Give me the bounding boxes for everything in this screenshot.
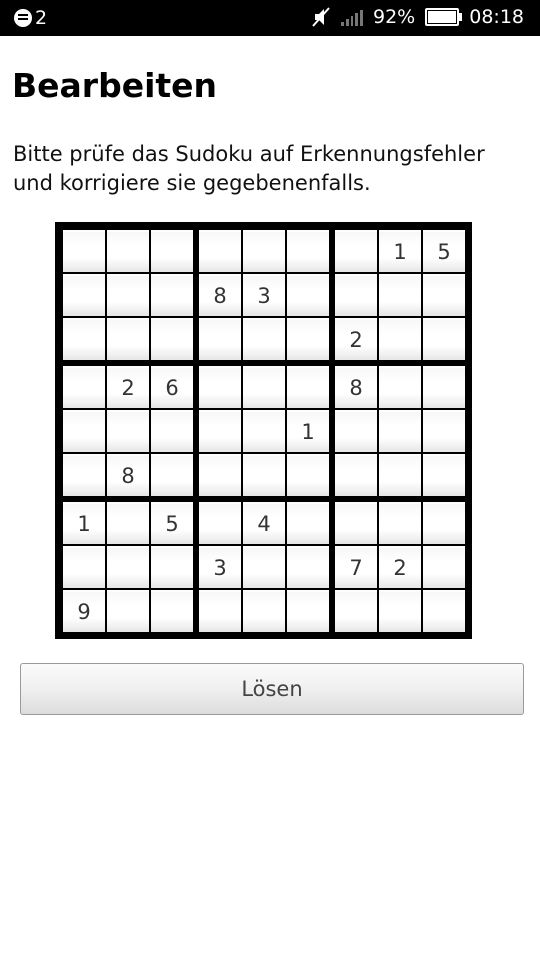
sudoku-cell-r2-c2[interactable] bbox=[107, 274, 149, 316]
sudoku-cell-r2-c6[interactable] bbox=[287, 274, 329, 316]
sudoku-cell-r1-c7[interactable] bbox=[335, 230, 377, 272]
sudoku-cell-r9-c3[interactable] bbox=[151, 590, 193, 632]
sudoku-cell-r5-c1[interactable] bbox=[63, 410, 105, 452]
sudoku-cell-r7-c9[interactable] bbox=[423, 502, 465, 544]
sudoku-cell-r3-c7[interactable]: 2 bbox=[335, 318, 377, 360]
notification-count: 2 bbox=[35, 7, 48, 29]
sudoku-cell-r7-c3[interactable]: 5 bbox=[151, 502, 193, 544]
sudoku-cell-r8-c7[interactable]: 7 bbox=[335, 546, 377, 588]
sudoku-cell-r5-c5[interactable] bbox=[243, 410, 285, 452]
battery-tip bbox=[459, 13, 463, 21]
sudoku-cell-r9-c6[interactable] bbox=[287, 590, 329, 632]
sudoku-cell-r2-c3[interactable] bbox=[151, 274, 193, 316]
sudoku-cell-r6-c8[interactable] bbox=[379, 454, 421, 496]
sudoku-cell-r7-c7[interactable] bbox=[335, 502, 377, 544]
sudoku-cell-r4-c2[interactable]: 2 bbox=[107, 366, 149, 408]
status-indicators: 92% 08:18 bbox=[311, 6, 524, 28]
sudoku-cell-r3-c5[interactable] bbox=[243, 318, 285, 360]
sudoku-cell-r2-c9[interactable] bbox=[423, 274, 465, 316]
sudoku-cell-r4-c1[interactable] bbox=[63, 366, 105, 408]
sudoku-cell-r5-c9[interactable] bbox=[423, 410, 465, 452]
sudoku-cell-r4-c9[interactable] bbox=[423, 366, 465, 408]
sudoku-cell-r3-c6[interactable] bbox=[287, 318, 329, 360]
sudoku-cell-r3-c4[interactable] bbox=[199, 318, 241, 360]
sudoku-cell-r7-c8[interactable] bbox=[379, 502, 421, 544]
sudoku-cell-r8-c3[interactable] bbox=[151, 546, 193, 588]
sudoku-cell-r8-c8[interactable]: 2 bbox=[379, 546, 421, 588]
sudoku-cell-r3-c2[interactable] bbox=[107, 318, 149, 360]
battery-percentage: 92% bbox=[373, 6, 416, 28]
sudoku-cell-r4-c8[interactable] bbox=[379, 366, 421, 408]
sudoku-cell-r7-c2[interactable] bbox=[107, 502, 149, 544]
mute-icon bbox=[311, 6, 331, 28]
sudoku-cell-r4-c6[interactable] bbox=[287, 366, 329, 408]
sudoku-cell-r7-c5[interactable]: 4 bbox=[243, 502, 285, 544]
page-title: Bearbeiten bbox=[12, 66, 218, 105]
sudoku-cell-r1-c2[interactable] bbox=[107, 230, 149, 272]
sudoku-cell-r9-c9[interactable] bbox=[423, 590, 465, 632]
sudoku-cell-r3-c9[interactable] bbox=[423, 318, 465, 360]
sudoku-cell-r8-c4[interactable]: 3 bbox=[199, 546, 241, 588]
sudoku-cell-r5-c4[interactable] bbox=[199, 410, 241, 452]
sudoku-cell-r5-c8[interactable] bbox=[379, 410, 421, 452]
sudoku-board: 15832268181543729 bbox=[55, 222, 472, 639]
sudoku-cell-r9-c2[interactable] bbox=[107, 590, 149, 632]
sudoku-cell-r9-c7[interactable] bbox=[335, 590, 377, 632]
sudoku-cell-r4-c3[interactable]: 6 bbox=[151, 366, 193, 408]
sudoku-cell-r8-c2[interactable] bbox=[107, 546, 149, 588]
sudoku-cell-r1-c4[interactable] bbox=[199, 230, 241, 272]
sudoku-cell-r3-c8[interactable] bbox=[379, 318, 421, 360]
instructions-text: Bitte prüfe das Sudoku auf Erkennungsfeh… bbox=[13, 142, 485, 195]
sudoku-cell-r6-c7[interactable] bbox=[335, 454, 377, 496]
sudoku-cell-r5-c6[interactable]: 1 bbox=[287, 410, 329, 452]
sudoku-cell-r9-c1[interactable]: 9 bbox=[63, 590, 105, 632]
clock: 08:18 bbox=[469, 6, 524, 28]
sudoku-cell-r4-c4[interactable] bbox=[199, 366, 241, 408]
sudoku-cell-r6-c9[interactable] bbox=[423, 454, 465, 496]
sudoku-cell-r1-c5[interactable] bbox=[243, 230, 285, 272]
sudoku-cell-r7-c6[interactable] bbox=[287, 502, 329, 544]
sudoku-cell-r8-c1[interactable] bbox=[63, 546, 105, 588]
sudoku-cell-r2-c8[interactable] bbox=[379, 274, 421, 316]
sudoku-cell-r6-c2[interactable]: 8 bbox=[107, 454, 149, 496]
sudoku-cell-r7-c4[interactable] bbox=[199, 502, 241, 544]
sudoku-cell-r6-c6[interactable] bbox=[287, 454, 329, 496]
battery-fill bbox=[428, 11, 456, 23]
sudoku-cell-r8-c9[interactable] bbox=[423, 546, 465, 588]
notification-icon bbox=[14, 9, 32, 27]
status-bar: 2 92% 08:18 bbox=[0, 0, 540, 36]
sudoku-cell-r3-c1[interactable] bbox=[63, 318, 105, 360]
sudoku-cell-r5-c3[interactable] bbox=[151, 410, 193, 452]
signal-icon bbox=[341, 8, 363, 26]
sudoku-cell-r8-c5[interactable] bbox=[243, 546, 285, 588]
sudoku-cell-r9-c4[interactable] bbox=[199, 590, 241, 632]
sudoku-cell-r3-c3[interactable] bbox=[151, 318, 193, 360]
notification-area: 2 bbox=[14, 7, 47, 29]
sudoku-cell-r9-c8[interactable] bbox=[379, 590, 421, 632]
sudoku-cell-r6-c1[interactable] bbox=[63, 454, 105, 496]
sudoku-cell-r2-c1[interactable] bbox=[63, 274, 105, 316]
sudoku-cell-r5-c7[interactable] bbox=[335, 410, 377, 452]
sudoku-cell-r2-c7[interactable] bbox=[335, 274, 377, 316]
sudoku-cell-r6-c4[interactable] bbox=[199, 454, 241, 496]
sudoku-cell-r2-c5[interactable]: 3 bbox=[243, 274, 285, 316]
sudoku-cell-r1-c1[interactable] bbox=[63, 230, 105, 272]
sudoku-cell-r7-c1[interactable]: 1 bbox=[63, 502, 105, 544]
sudoku-cell-r1-c6[interactable] bbox=[287, 230, 329, 272]
sudoku-cell-r1-c9[interactable]: 5 bbox=[423, 230, 465, 272]
sudoku-cell-r9-c5[interactable] bbox=[243, 590, 285, 632]
solve-button[interactable]: Lösen bbox=[20, 663, 524, 715]
sudoku-cell-r2-c4[interactable]: 8 bbox=[199, 274, 241, 316]
sudoku-cell-r4-c5[interactable] bbox=[243, 366, 285, 408]
sudoku-cell-r8-c6[interactable] bbox=[287, 546, 329, 588]
sudoku-cell-r4-c7[interactable]: 8 bbox=[335, 366, 377, 408]
sudoku-cell-r6-c3[interactable] bbox=[151, 454, 193, 496]
sudoku-cell-r5-c2[interactable] bbox=[107, 410, 149, 452]
sudoku-cell-r1-c8[interactable]: 1 bbox=[379, 230, 421, 272]
battery-icon bbox=[425, 8, 463, 26]
sudoku-cell-r6-c5[interactable] bbox=[243, 454, 285, 496]
sudoku-cell-r1-c3[interactable] bbox=[151, 230, 193, 272]
